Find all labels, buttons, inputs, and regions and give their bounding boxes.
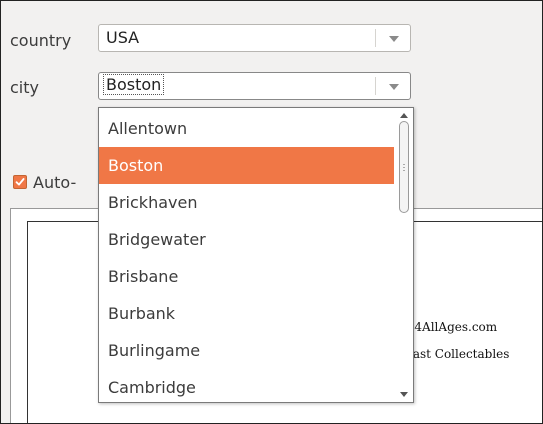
chevron-down-icon[interactable] [389, 84, 399, 90]
dropdown-scrollbar[interactable] [398, 109, 412, 401]
city-options: Allentown Boston Brickhaven Bridgewater Bris… [99, 110, 394, 406]
scroll-thumb[interactable] [399, 121, 409, 213]
country-label: country [10, 31, 72, 50]
scroll-down-arrow-icon[interactable] [400, 392, 408, 397]
window: country USA city Boston Auto- fts4AllAge… [0, 0, 543, 424]
dropdown-option[interactable]: Burbank [99, 295, 394, 332]
chevron-down-icon[interactable] [389, 36, 399, 42]
combo-divider [375, 77, 376, 95]
checkmark-icon [15, 178, 25, 186]
combo-divider [375, 29, 376, 47]
auto-checkbox-row[interactable]: Auto- [13, 172, 76, 192]
dropdown-option[interactable]: Allentown [99, 110, 394, 147]
grip-line [403, 167, 405, 168]
city-value: Boston [102, 74, 165, 95]
dropdown-option[interactable]: Brickhaven [99, 184, 394, 221]
grip-line [403, 170, 405, 171]
city-dropdown-list[interactable]: Allentown Boston Brickhaven Bridgewater Bris… [98, 107, 414, 403]
auto-checkbox[interactable] [13, 175, 27, 189]
grip-line [403, 164, 405, 165]
scroll-up-arrow-icon[interactable] [400, 113, 408, 118]
dropdown-option[interactable]: Cambridge [99, 369, 394, 406]
auto-checkbox-label: Auto- [33, 172, 77, 192]
city-combobox[interactable]: Boston [98, 72, 411, 100]
report-text-line: ecast Collectables [399, 347, 510, 361]
dropdown-option[interactable]: Boston [99, 147, 394, 184]
dropdown-option[interactable]: Burlingame [99, 332, 394, 369]
country-combobox[interactable]: USA [98, 24, 411, 52]
city-label: city [10, 78, 39, 97]
dropdown-option[interactable]: Bridgewater [99, 221, 394, 258]
dropdown-option[interactable]: Brisbane [99, 258, 394, 295]
country-value: USA [106, 28, 140, 47]
